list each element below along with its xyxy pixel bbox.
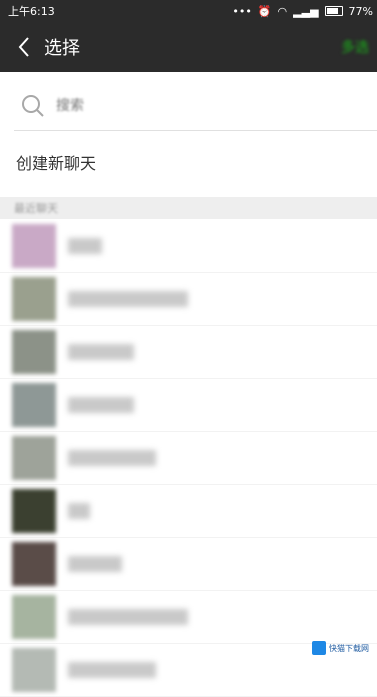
alarm-icon: ⏰ <box>257 4 272 18</box>
contact-name <box>68 238 102 254</box>
search-icon <box>22 95 44 117</box>
list-item[interactable] <box>0 538 377 591</box>
watermark: 快猫下载网 <box>312 638 372 658</box>
list-item[interactable] <box>0 220 377 273</box>
contact-name <box>68 609 188 625</box>
back-arrow-icon[interactable] <box>6 22 42 72</box>
search-input[interactable] <box>54 97 338 115</box>
multi-select-button[interactable]: 多选 <box>341 37 369 57</box>
search-bar[interactable] <box>14 82 377 131</box>
page-title: 选择 <box>44 38 80 59</box>
avatar <box>12 330 56 374</box>
contact-name <box>68 450 156 466</box>
contact-name <box>68 503 90 519</box>
status-bar: 上午6:13 ••• ⏰ ◠ ▂▃▅ 77% <box>0 0 377 22</box>
section-header-recent: 最近聊天 <box>0 197 377 219</box>
avatar <box>12 542 56 586</box>
avatar <box>12 436 56 480</box>
list-item[interactable] <box>0 485 377 538</box>
list-item[interactable] <box>0 379 377 432</box>
avatar <box>12 383 56 427</box>
more-dots-icon: ••• <box>232 4 252 18</box>
watermark-text: 快猫下载网 <box>329 643 369 653</box>
wifi-icon: ◠ <box>277 4 288 18</box>
contact-name <box>68 344 134 360</box>
list-item[interactable] <box>0 326 377 379</box>
status-time: 上午6:13 <box>8 5 55 18</box>
avatar <box>12 595 56 639</box>
avatar <box>12 277 56 321</box>
contact-name <box>68 291 188 307</box>
battery-icon <box>324 6 343 16</box>
signal-icon: ▂▃▅ <box>293 4 319 18</box>
contact-list <box>0 220 377 697</box>
battery-level: 77% <box>348 4 373 18</box>
list-item[interactable] <box>0 273 377 326</box>
status-icons: ••• ⏰ ◠ ▂▃▅ 77% <box>232 5 373 18</box>
list-item[interactable] <box>0 432 377 485</box>
watermark-logo-icon <box>312 641 326 655</box>
contact-name <box>68 556 122 572</box>
nav-bar: 选择 多选 <box>0 22 377 72</box>
avatar <box>12 648 56 692</box>
avatar <box>12 224 56 268</box>
list-item[interactable] <box>0 591 377 644</box>
create-new-chat[interactable]: 创建新聊天 <box>16 150 96 174</box>
section-header-label: 最近聊天 <box>14 202 58 215</box>
contact-name <box>68 397 134 413</box>
avatar <box>12 489 56 533</box>
